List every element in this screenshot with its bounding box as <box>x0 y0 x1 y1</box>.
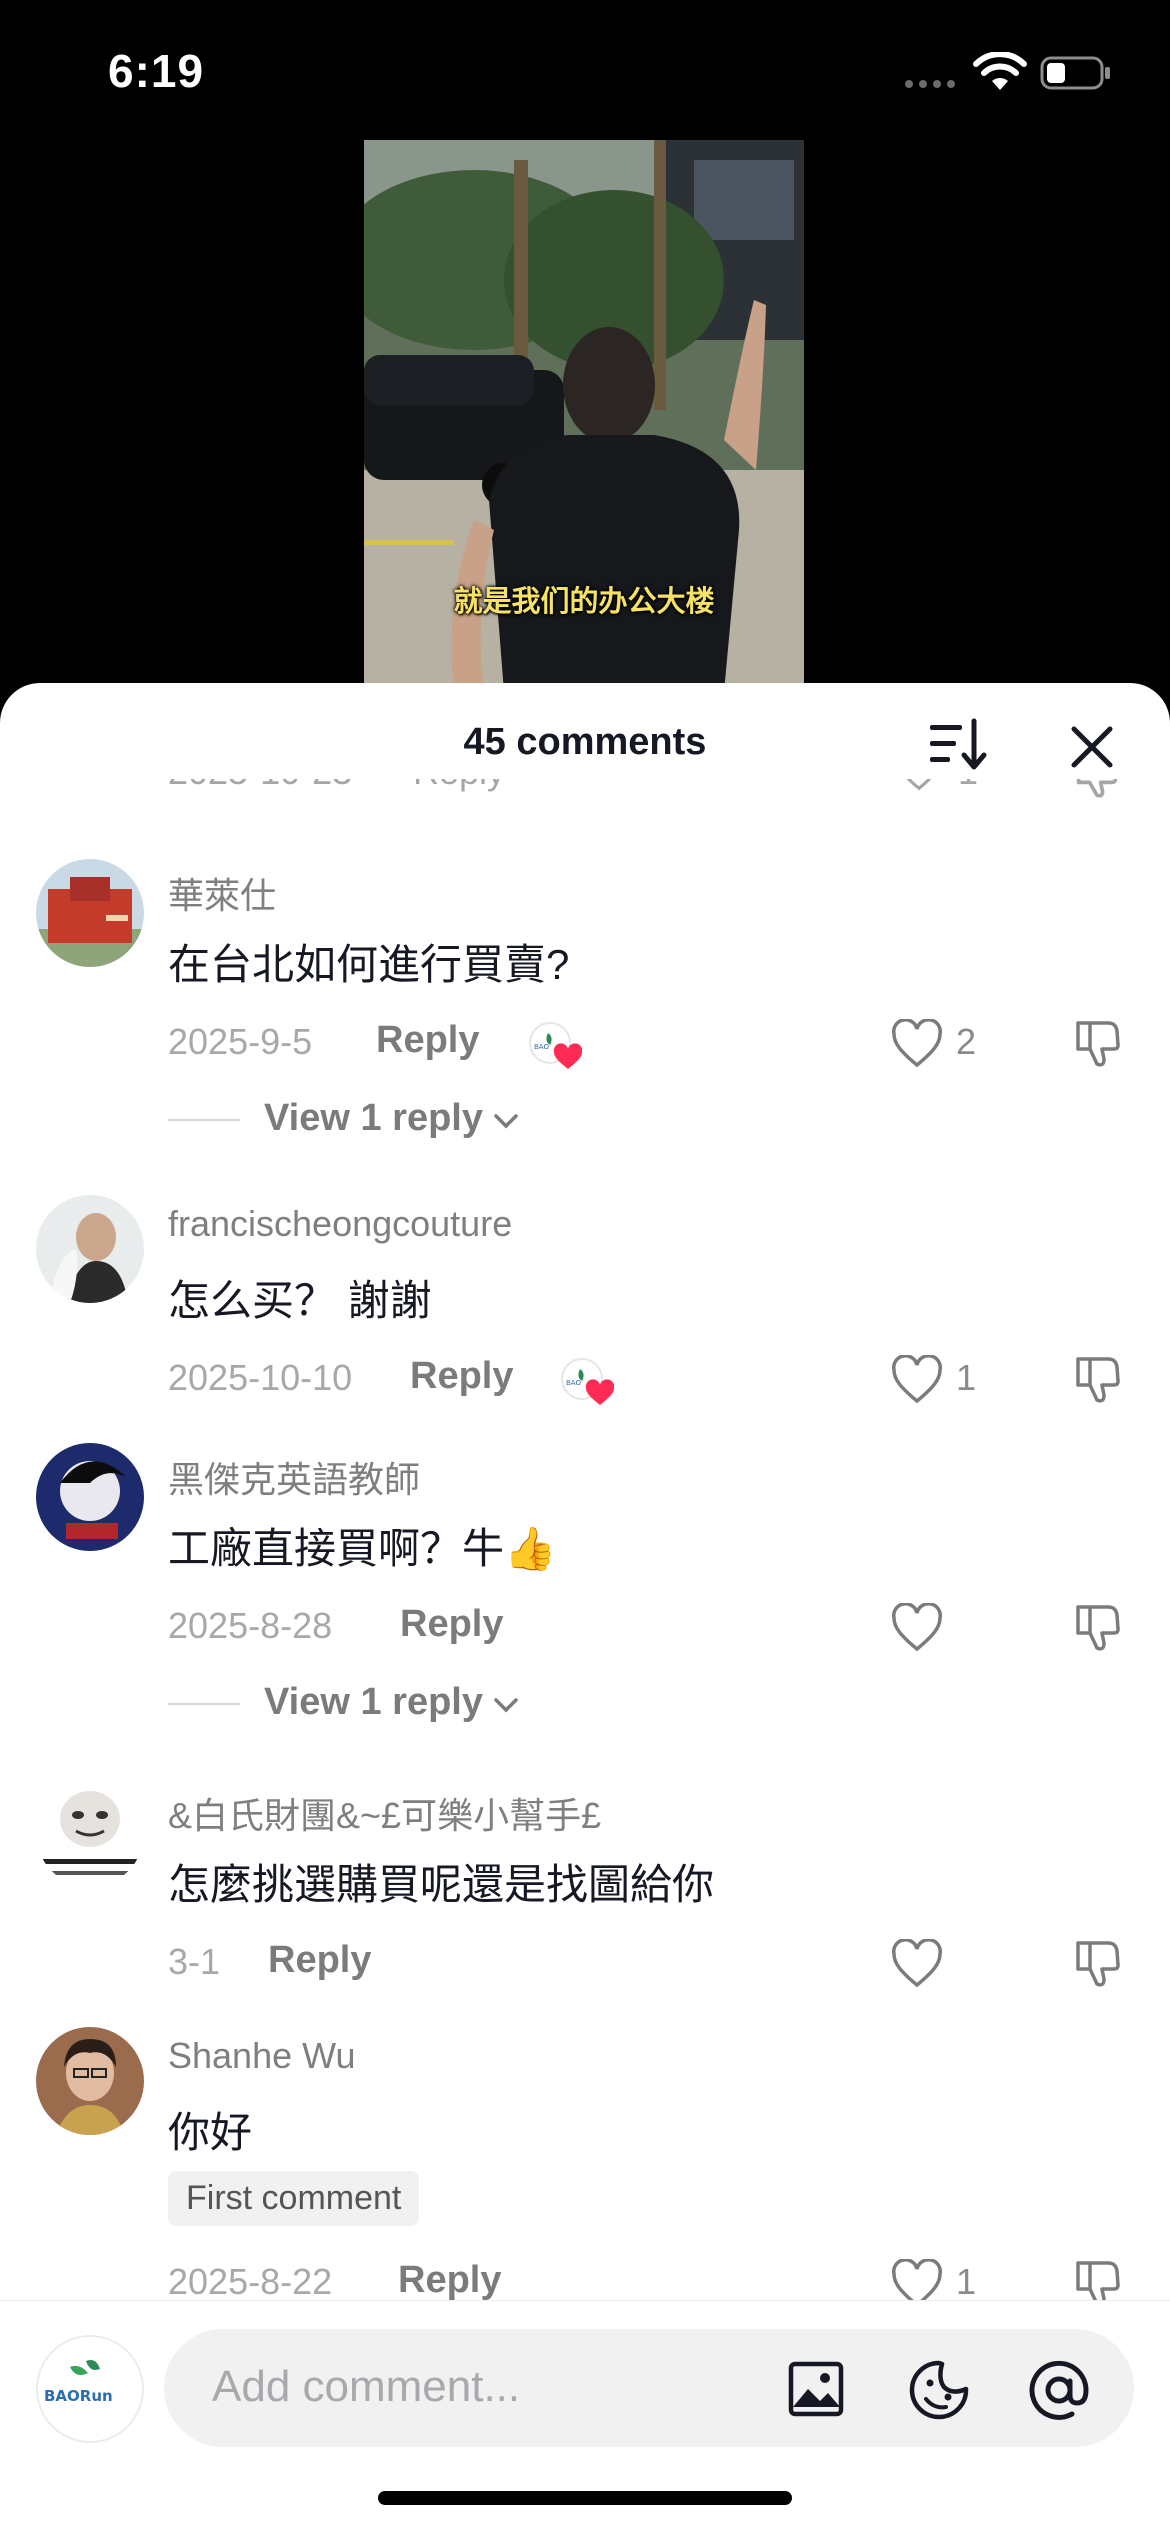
status-time: 6:19 <box>108 45 205 97</box>
close-icon[interactable] <box>1064 719 1120 775</box>
comment-username[interactable]: 華萊仕 <box>168 867 276 919</box>
signal-icon <box>905 80 955 88</box>
dislike-icon[interactable] <box>1072 1937 1124 1989</box>
previous-reply-button[interactable]: Reply <box>413 779 505 793</box>
comment-item: &白氏財團&~£可樂小幫手£ 怎麼挑選購買呢還是找圖給你 3-1 Reply <box>0 1775 1170 1988</box>
video-caption: 就是我们的办公大楼 <box>453 584 715 618</box>
reply-button[interactable]: Reply <box>376 1019 479 1062</box>
comment-text: 工廠直接買啊？牛👍 <box>168 1525 557 1572</box>
comment-date: 2025-8-28 <box>168 1605 333 1646</box>
my-avatar[interactable]: BAORun <box>36 2335 144 2443</box>
comment-item: 華萊仕 在台北如何進行買賣? 2025-9-5 Reply BAO 2 View… <box>0 855 1170 1155</box>
like-count: 1 <box>956 1357 977 1398</box>
comment-text: 怎麼挑選購買呢還是找圖給你 <box>168 1861 715 1908</box>
reply-button[interactable]: Reply <box>400 1603 503 1646</box>
reply-button[interactable]: Reply <box>398 2259 501 2302</box>
avatar[interactable] <box>36 1195 144 1303</box>
creator-liked-icon: BAO <box>529 1022 582 1069</box>
comment-input-container <box>164 2329 1134 2447</box>
comment-username[interactable]: &白氏財團&~£可樂小幫手£ <box>168 1787 601 1839</box>
creator-liked-icon: BAO <box>561 1358 614 1405</box>
comment-item: francischeongcouture 怎么买？ 謝謝 2025-10-10 … <box>0 1191 1170 1405</box>
comment-item: Shanhe Wu 你好 First comment 2025-8-22 Rep… <box>0 2023 1170 2308</box>
previous-comment-footer: 2025-10-23 Reply 1 <box>168 779 1128 809</box>
heart-outline-icon[interactable] <box>898 779 940 793</box>
home-indicator[interactable] <box>378 2491 792 2505</box>
emoji-icon[interactable] <box>908 2359 970 2421</box>
comment-username[interactable]: 黑傑克英語教師 <box>168 1451 420 1503</box>
heart-outline-icon[interactable] <box>890 1939 944 1989</box>
heart-outline-icon[interactable] <box>890 1355 944 1405</box>
view-replies-button[interactable]: View 1 reply <box>264 1097 483 1140</box>
previous-like-count: 1 <box>958 779 978 793</box>
heart-outline-icon[interactable] <box>890 1019 944 1069</box>
svg-text:BAO: BAO <box>566 1379 581 1387</box>
previous-comment-date: 2025-10-23 <box>168 779 352 793</box>
avatar[interactable] <box>36 1443 144 1551</box>
heart-outline-icon[interactable] <box>890 1603 944 1653</box>
comment-username[interactable]: Shanhe Wu <box>168 2035 355 2077</box>
avatar[interactable] <box>36 2027 144 2135</box>
sort-icon[interactable] <box>928 717 990 773</box>
status-bar: 6:19 <box>0 0 1170 140</box>
first-comment-badge: First comment <box>168 2171 420 2226</box>
avatar[interactable] <box>36 1779 144 1887</box>
comment-date: 3-1 <box>168 1941 221 1982</box>
reply-button[interactable]: Reply <box>410 1355 513 1398</box>
dislike-icon[interactable] <box>1073 779 1121 799</box>
comment-text: 你好 <box>168 2109 253 2156</box>
dislike-icon[interactable] <box>1072 1353 1124 1405</box>
chevron-down-icon <box>494 1114 518 1129</box>
like-count: 2 <box>956 1021 977 1062</box>
mention-icon[interactable] <box>1026 2357 1092 2423</box>
svg-text:BAO: BAO <box>534 1043 549 1051</box>
comments-sheet: 45 comments 2025-10-23 Reply 1 華萊仕 在台北如何… <box>0 683 1170 2532</box>
divider <box>168 1119 240 1121</box>
image-icon[interactable] <box>788 2361 844 2417</box>
view-replies-button[interactable]: View 1 reply <box>264 1681 483 1724</box>
comment-input[interactable] <box>212 2357 772 2417</box>
dislike-icon[interactable] <box>1072 1017 1124 1069</box>
avatar[interactable] <box>36 859 144 967</box>
reply-button[interactable]: Reply <box>268 1939 371 1982</box>
wifi-icon <box>973 52 1027 90</box>
comment-text: 怎么买？ 謝謝 <box>168 1277 432 1324</box>
video-preview[interactable]: 就是我们的办公大楼 <box>364 140 804 692</box>
comment-text: 在台北如何進行買賣? <box>168 941 570 988</box>
battery-icon <box>1040 56 1110 90</box>
comment-date: 2025-10-10 <box>168 1357 353 1398</box>
brand-logo-text: BAORun <box>44 2387 113 2405</box>
comment-date: 2025-9-5 <box>168 1021 313 1062</box>
dislike-icon[interactable] <box>1072 1601 1124 1653</box>
like-count: 1 <box>956 2261 977 2302</box>
divider <box>168 1703 240 1705</box>
comment-composer: BAORun <box>0 2300 1170 2532</box>
chevron-down-icon <box>494 1698 518 1713</box>
comment-item: 黑傑克英語教師 工廠直接買啊？牛👍 2025-8-28 Reply View 1… <box>0 1439 1170 1739</box>
comments-count-title: 45 comments <box>463 721 707 763</box>
comment-date: 2025-8-22 <box>168 2261 333 2302</box>
comment-username[interactable]: francischeongcouture <box>168 1203 512 1245</box>
